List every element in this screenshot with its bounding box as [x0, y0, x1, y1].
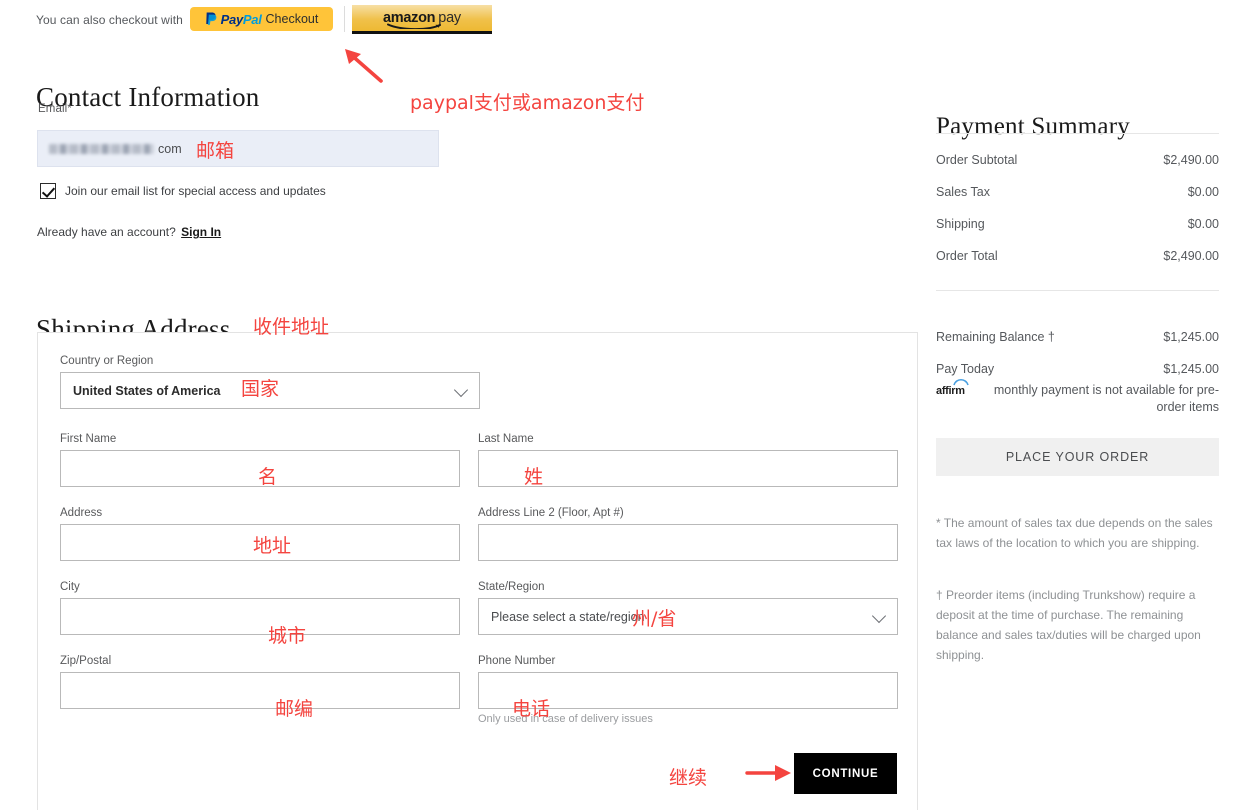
place-your-order-button[interactable]: PLACE YOUR ORDER — [936, 438, 1219, 476]
field-first-name: First Name — [60, 433, 460, 487]
express-divider — [344, 6, 345, 32]
footnote-preorder: † Preorder items (including Trunkshow) r… — [936, 588, 1201, 662]
country-selected-value: United States of America — [73, 383, 221, 398]
field-last-name: Last Name — [478, 433, 898, 487]
summary-amount: $0.00 — [1187, 185, 1219, 199]
payment-summary-heading: Payment Summary — [936, 112, 1130, 140]
address-label: Address — [60, 507, 103, 519]
state-region-select[interactable]: Please select a state/region — [478, 598, 898, 635]
newsletter-checkbox[interactable] — [40, 183, 56, 199]
field-country: Country or Region United States of Ameri… — [60, 355, 480, 409]
field-address-line-2: Address Line 2 (Floor, Apt #) — [478, 507, 898, 561]
affirm-note-text: monthly payment is not available for pre… — [993, 383, 1219, 414]
field-state-region: State/Region Please select a state/regio… — [478, 581, 898, 635]
amazon-pay-button[interactable]: amazon pay — [352, 5, 492, 34]
address-line-2-label: Address Line 2 (Floor, Apt #) — [478, 507, 624, 519]
summary-amount: $1,245.00 — [1163, 362, 1219, 376]
amazon-pay-wordmark: amazon pay — [383, 10, 461, 29]
state-region-label: State/Region — [478, 581, 545, 593]
summary-amount: $1,245.00 — [1163, 330, 1219, 344]
amazon-smile-icon — [387, 23, 443, 29]
first-name-input[interactable] — [60, 450, 460, 487]
paypal-logo-icon — [205, 12, 217, 25]
checkout-page: You can also checkout with PayPal Checko… — [0, 0, 1260, 810]
footnote-sales-tax: * The amount of sales tax due depends on… — [936, 516, 1213, 550]
country-select[interactable]: United States of America — [60, 372, 480, 409]
signin-prompt: Already have an account? Sign In — [37, 225, 221, 239]
address-line-2-input[interactable] — [478, 524, 898, 561]
email-field-label: Email* — [38, 103, 72, 115]
summary-label: Order Subtotal — [936, 153, 1018, 167]
zip-postal-label: Zip/Postal — [60, 655, 112, 667]
paypal-pay-text: Pay — [220, 11, 244, 27]
summary-row-subtotal: Order Subtotal $2,490.00 — [936, 153, 1219, 167]
continue-button[interactable]: CONTINUE — [794, 753, 897, 794]
summary-row-sales-tax: Sales Tax $0.00 — [936, 185, 1219, 199]
newsletter-checkbox-row[interactable]: Join our email list for special access a… — [40, 183, 326, 199]
paypal-wordmark: PayPal — [221, 12, 262, 27]
signin-link[interactable]: Sign In — [181, 225, 221, 239]
summary-amount: $0.00 — [1187, 217, 1219, 231]
affirm-logo-icon: affirm — [936, 378, 969, 400]
summary-label: Pay Today — [936, 362, 995, 376]
summary-amount: $2,490.00 — [1163, 153, 1219, 167]
phone-number-label: Phone Number — [478, 655, 556, 667]
email-redacted-value — [49, 143, 154, 154]
field-city: City — [60, 581, 460, 635]
paypal-checkout-button[interactable]: PayPal Checkout — [190, 7, 333, 31]
first-name-label: First Name — [60, 433, 117, 445]
phone-helper-text: Only used in case of delivery issues — [478, 713, 653, 725]
address-input[interactable] — [60, 524, 460, 561]
annotation-arrow-payment-methods — [345, 49, 383, 83]
summary-label: Shipping — [936, 217, 985, 231]
chevron-down-icon — [871, 608, 887, 623]
shipping-address-form: Country or Region United States of Ameri… — [37, 332, 918, 810]
paypal-pal-text: Pal — [242, 11, 262, 27]
city-input[interactable] — [60, 598, 460, 635]
annotation-payment-methods: paypal支付或amazon支付 — [410, 92, 645, 114]
zip-postal-input[interactable] — [60, 672, 460, 709]
summary-amount: $2,490.00 — [1163, 249, 1219, 263]
affirm-wordmark: affirm — [936, 385, 965, 397]
chevron-down-icon — [453, 382, 469, 397]
summary-rule-top — [936, 133, 1219, 134]
affirm-note-row: affirm monthly payment is not available … — [936, 378, 1219, 416]
summary-row-order-total: Order Total $2,490.00 — [936, 249, 1219, 263]
email-input[interactable]: com — [37, 130, 439, 167]
summary-label: Order Total — [936, 249, 998, 263]
field-zip-postal: Zip/Postal — [60, 655, 460, 709]
newsletter-checkbox-label: Join our email list for special access a… — [65, 184, 326, 198]
city-label: City — [60, 581, 80, 593]
signin-prompt-text: Already have an account? — [37, 225, 176, 239]
field-phone-number: Phone Number Only used in case of delive… — [478, 655, 898, 725]
state-region-selected-value: Please select a state/region — [491, 609, 645, 624]
country-label: Country or Region — [60, 355, 154, 367]
express-checkout-bar: You can also checkout with PayPal Checko… — [0, 0, 1260, 38]
field-address: Address — [60, 507, 460, 561]
summary-rule-mid — [936, 290, 1219, 291]
last-name-label: Last Name — [478, 433, 534, 445]
last-name-input[interactable] — [478, 450, 898, 487]
express-checkout-label: You can also checkout with — [36, 13, 183, 27]
paypal-checkout-text: Checkout — [265, 12, 319, 26]
phone-number-input[interactable] — [478, 672, 898, 709]
summary-label: Remaining Balance † — [936, 330, 1055, 344]
summary-row-remaining-balance: Remaining Balance † $1,245.00 — [936, 330, 1219, 344]
summary-row-pay-today: Pay Today $1,245.00 — [936, 362, 1219, 376]
email-visible-suffix: com — [158, 141, 182, 156]
summary-row-shipping: Shipping $0.00 — [936, 217, 1219, 231]
summary-label: Sales Tax — [936, 185, 990, 199]
